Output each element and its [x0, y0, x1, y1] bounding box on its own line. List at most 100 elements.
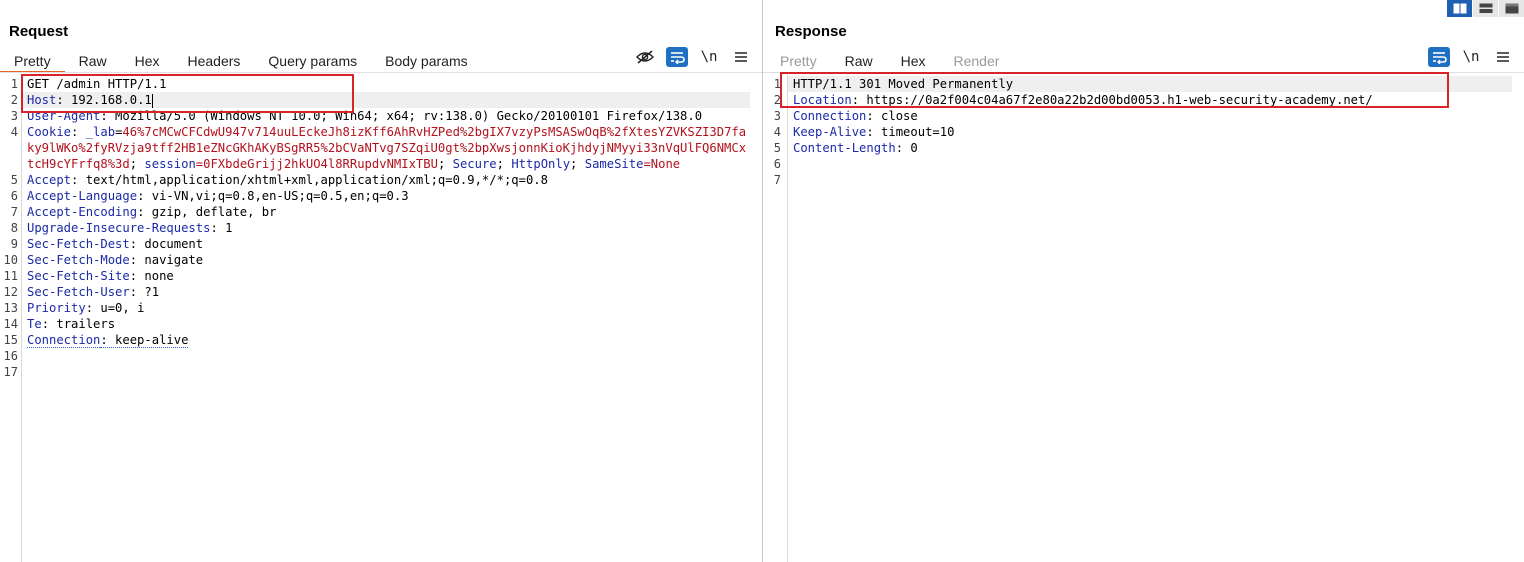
request-toolbar: \n	[624, 47, 752, 67]
header-name: Connection	[27, 333, 101, 348]
header-value: : none	[129, 269, 174, 283]
tab-body-params[interactable]: Body params	[371, 50, 481, 71]
header-name: Sec-Fetch-Mode	[27, 253, 130, 267]
cookie-name: session	[144, 157, 196, 171]
line-number: 3	[773, 109, 781, 123]
header-value: : u=0, i	[85, 301, 145, 315]
header-value: : document	[129, 237, 204, 251]
tabs-underline	[0, 72, 762, 73]
wrap-lines-icon[interactable]	[666, 47, 688, 67]
line-number: 5	[773, 141, 781, 155]
menu-icon[interactable]	[730, 47, 752, 67]
highlight-box	[21, 74, 354, 113]
header-value: : timeout=10	[866, 125, 955, 139]
newline-icon[interactable]: \n	[1460, 47, 1482, 67]
line-number: 1	[773, 77, 781, 91]
response-title: Response	[775, 23, 847, 40]
line-number: 1	[10, 77, 18, 91]
hide-nonprintable-icon[interactable]	[634, 47, 656, 67]
header-name: Sec-Fetch-User	[27, 285, 130, 299]
line-number: 5	[10, 173, 18, 187]
line-number: 7	[10, 205, 18, 219]
response-panel: Response Pretty Raw Hex Render \n 1 HTTP/…	[763, 0, 1524, 562]
line-number: 15	[3, 333, 18, 347]
header-line: Priority: u=0, i	[22, 300, 144, 316]
line-number: 13	[3, 301, 18, 315]
tab-hex[interactable]: Hex	[887, 50, 940, 71]
header-name: Keep-Alive	[793, 125, 867, 139]
header-name: Priority	[27, 301, 86, 315]
header-name: Sec-Fetch-Dest	[27, 237, 130, 251]
response-editor[interactable]: 1 HTTP/1.1 301 Moved Permanently 2 Locatio…	[763, 75, 1524, 562]
header-name: Accept-Language	[27, 189, 138, 203]
header-name: Connection	[793, 109, 867, 123]
header-line: Sec-Fetch-Dest: document	[22, 236, 203, 252]
newline-icon[interactable]: \n	[698, 47, 720, 67]
header-name: Te	[27, 317, 42, 331]
header-line: Cookie: _lab=46%7cMCwCFCdwU947v714uuLEck…	[22, 124, 750, 172]
header-line: Te: trailers	[22, 316, 115, 332]
request-panel: Request Pretty Raw Hex Headers Query par…	[0, 0, 762, 562]
cookie-flag: Secure	[452, 157, 497, 171]
wrap-lines-icon[interactable]	[1428, 47, 1450, 67]
header-line: Content-Length: 0	[788, 140, 918, 156]
tab-pretty[interactable]: Pretty	[766, 50, 831, 71]
tab-hex[interactable]: Hex	[121, 50, 174, 71]
line-number: 10	[3, 253, 18, 267]
line-number: 6	[773, 157, 781, 171]
header-line: Accept-Encoding: gzip, deflate, br	[22, 204, 276, 220]
line-number: 12	[3, 285, 18, 299]
header-value: : navigate	[129, 253, 204, 267]
cookie-name: SameSite	[584, 157, 644, 171]
header-line: Connection: keep-alive	[22, 332, 189, 348]
line-number: 17	[3, 365, 18, 379]
line-number: 9	[10, 237, 18, 251]
separator: ;	[437, 157, 453, 171]
tab-render[interactable]: Render	[940, 50, 1014, 71]
header-value: : 0	[895, 141, 918, 155]
header-line: Upgrade-Insecure-Requests: 1	[22, 220, 232, 236]
line-number: 14	[3, 317, 18, 331]
header-name: Accept	[27, 173, 72, 187]
header-value: : ?1	[129, 285, 160, 299]
header-name: Content-Length	[793, 141, 896, 155]
header-name: Upgrade-Insecure-Requests	[27, 221, 211, 235]
header-value: : 1	[210, 221, 233, 235]
header-line: Keep-Alive: timeout=10	[788, 124, 954, 140]
header-line: Sec-Fetch-User: ?1	[22, 284, 159, 300]
tab-pretty[interactable]: Pretty	[0, 50, 65, 73]
separator: ;	[496, 157, 512, 171]
header-value: : trailers	[41, 317, 116, 331]
request-title: Request	[9, 23, 69, 40]
header-name: Accept-Encoding	[27, 205, 138, 219]
line-number: 7	[773, 173, 781, 187]
request-tabs: Pretty Raw Hex Headers Query params Body…	[0, 50, 482, 73]
request-editor[interactable]: 1 GET /admin HTTP/1.1 2 Host: 192.168.0.1 …	[0, 75, 762, 562]
header-value: : gzip, deflate, br	[137, 205, 277, 219]
tab-query-params[interactable]: Query params	[254, 50, 371, 71]
cookie-value: =None	[643, 157, 681, 171]
header-line: Accept-Language: vi-VN,vi;q=0.8,en-US;q=…	[22, 188, 409, 204]
header-line: Connection: close	[788, 108, 918, 124]
response-toolbar: \n	[1418, 47, 1514, 67]
line-number: 16	[3, 349, 18, 363]
header-line: Sec-Fetch-Mode: navigate	[22, 252, 203, 268]
cookie-value: =0FXbdeGrijj2hkUO4l8RRupdvNMIxTBU	[195, 157, 438, 171]
header-value: : text/html,application/xhtml+xml,applic…	[71, 173, 548, 187]
separator: :	[71, 125, 86, 139]
tab-headers[interactable]: Headers	[174, 50, 255, 71]
tab-raw[interactable]: Raw	[65, 50, 121, 71]
header-line: Sec-Fetch-Site: none	[22, 268, 174, 284]
line-number: 4	[773, 125, 781, 139]
tab-raw[interactable]: Raw	[831, 50, 887, 71]
line-number: 4	[10, 125, 18, 139]
highlight-box	[780, 72, 1449, 108]
cookie-flag: HttpOnly	[511, 157, 571, 171]
menu-icon[interactable]	[1492, 47, 1514, 67]
request-code[interactable]: 1 GET /admin HTTP/1.1 2 Host: 192.168.0.1 …	[4, 76, 750, 380]
line-number: 2	[10, 93, 18, 107]
header-name: Cookie	[27, 125, 72, 139]
line-number: 3	[10, 109, 18, 123]
line-number: 8	[10, 221, 18, 235]
line-number: 11	[3, 269, 18, 283]
